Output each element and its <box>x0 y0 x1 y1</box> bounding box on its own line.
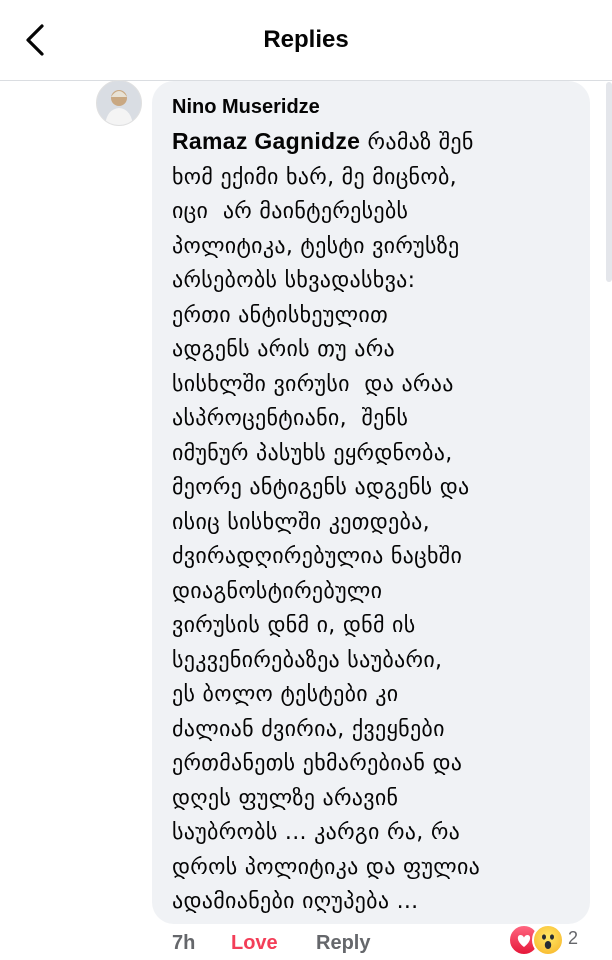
comment-line: იცი არ მაინტერესებს <box>172 199 409 224</box>
comment-text: Ramaz Gagnidze რამაზ შენ ხომ ექიმი ხარ, … <box>172 124 582 920</box>
comment-line: ერთმანეთს ეხმარებიან და <box>172 751 463 776</box>
mention-link[interactable]: Ramaz Gagnidze <box>172 128 360 154</box>
profile-photo-icon <box>97 81 141 125</box>
page-title: Replies <box>263 26 349 53</box>
comment-line: დიაგნოსტირებული <box>172 578 383 604</box>
avatar[interactable] <box>96 80 142 126</box>
comment-line: ძვირადღირებულია ნაცხში <box>172 544 463 569</box>
comment-line: ვირუსის დნმ ი, დნმ ის <box>172 613 416 638</box>
comment-line: მეორე ანტიგენს ადგენს და <box>172 475 470 500</box>
comment-line: ისიც სისხლში კეთდება, <box>172 509 430 535</box>
comment-author[interactable]: Nino Museridze <box>172 96 320 119</box>
comment-line: სეკვენირებაზეა საუბარი, <box>172 647 443 673</box>
love-button[interactable]: Love <box>231 932 278 955</box>
comment-line: სისხლში ვირუსი და არაა <box>172 371 454 397</box>
comment-line: დროს პოლიტიკა და ფულია <box>172 854 481 880</box>
comment-line: ერთი ანტისხეულით <box>172 302 389 328</box>
scrollbar[interactable] <box>606 82 612 282</box>
comment-line: ეს ბოლო ტესტები კი <box>172 682 399 707</box>
comment-line: პოლიტიკა, ტესტი ვირუსზე <box>172 233 460 259</box>
wow-reaction-icon <box>532 924 564 956</box>
comment-line: საუბრობს ... კარგი რა, რა <box>172 820 461 845</box>
comment-line: ხომ ექიმი ხარ, მე მიცნობ, <box>172 164 457 190</box>
comment-line: დღეს ფულზე არავინ <box>172 785 399 811</box>
comment-line: არსებობს სხვადასხვა: <box>172 268 416 293</box>
comment-line: ადამიანები იღუპება ... <box>172 889 419 914</box>
comment-line: ძალიან ძვირია, ქვეყნები <box>172 716 445 742</box>
top-bar: Replies <box>0 0 612 81</box>
reaction-count: 2 <box>568 928 579 948</box>
comment-timestamp: 7h <box>172 932 196 954</box>
comment-line: რამაზ შენ <box>360 130 474 155</box>
comment-line: ადგენს არის თუ არა <box>172 337 396 362</box>
comment-line: იმუნურ პასუხს ეყრდნობა, <box>172 440 453 466</box>
comment-line: ასპროცენტიანი, შენს <box>172 406 409 431</box>
reply-button[interactable]: Reply <box>316 932 370 955</box>
